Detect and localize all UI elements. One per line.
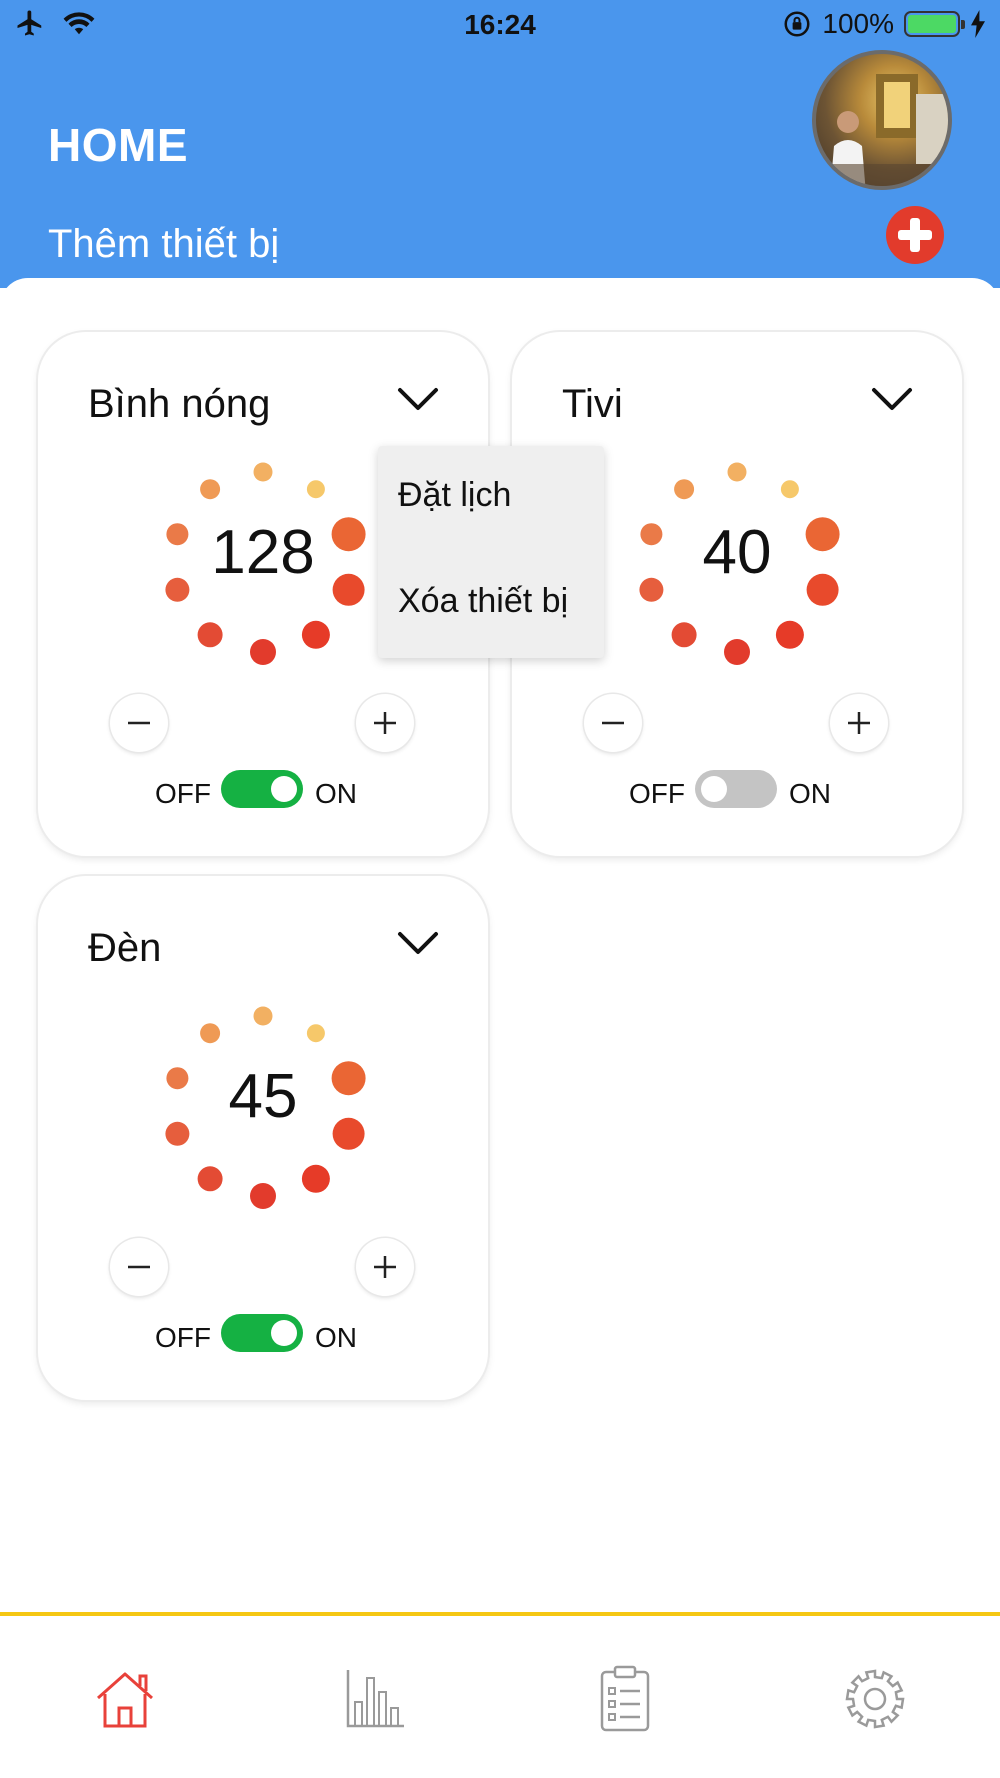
- plus-icon: [374, 712, 396, 734]
- on-label: ON: [789, 778, 831, 809]
- device-name: Đèn: [88, 926, 162, 970]
- status-bar: 16:24 100%: [0, 0, 1000, 48]
- menu-item-schedule[interactable]: Đặt lịch: [398, 476, 511, 515]
- header: HOME Thêm thiết bị: [0, 48, 1000, 288]
- chevron-down-icon[interactable]: [396, 926, 440, 960]
- dial-dot: [724, 639, 750, 665]
- device-options-menu: Đặt lịch Xóa thiết bị: [378, 446, 604, 658]
- dial-dot: [200, 479, 221, 500]
- minus-icon: [128, 721, 150, 725]
- off-label: OFF: [155, 1322, 211, 1353]
- bottom-nav: [0, 1612, 1000, 1778]
- plus-icon: [848, 712, 870, 734]
- dial-dot: [250, 639, 276, 665]
- dial-dot: [197, 1166, 223, 1192]
- chevron-down-icon[interactable]: [870, 382, 914, 416]
- minus-icon: [128, 1265, 150, 1269]
- dial-dot: [253, 462, 273, 482]
- battery-percent: 100%: [822, 8, 894, 39]
- device-value: 128: [211, 518, 315, 587]
- plus-icon: [374, 1256, 396, 1278]
- toggle-knob: [271, 1320, 297, 1346]
- decrease-button[interactable]: [110, 1238, 168, 1296]
- increase-button[interactable]: [356, 694, 414, 752]
- toggle-knob: [271, 776, 297, 802]
- device-value: 45: [228, 1062, 298, 1131]
- power-toggle[interactable]: [695, 770, 777, 808]
- dial-dot: [301, 620, 330, 649]
- power-toggle[interactable]: [221, 1314, 303, 1352]
- chevron-down-icon[interactable]: [396, 382, 440, 416]
- battery-icon: [904, 11, 965, 37]
- dial-dot: [197, 622, 223, 648]
- decrease-button[interactable]: [110, 694, 168, 752]
- decrease-button[interactable]: [584, 694, 642, 752]
- settings-icon[interactable]: [840, 1664, 910, 1734]
- add-device-button[interactable]: [886, 206, 944, 264]
- device-value: 40: [702, 518, 772, 587]
- dial-dot: [306, 1024, 325, 1043]
- dial-dot: [780, 480, 799, 499]
- on-label: ON: [315, 1322, 357, 1353]
- dial-dot: [301, 1164, 330, 1193]
- off-label: OFF: [629, 778, 685, 809]
- device-name: Bình nóng: [88, 382, 271, 426]
- menu-item-delete-device[interactable]: Xóa thiết bị: [398, 582, 568, 621]
- avatar-photo: [816, 74, 948, 186]
- dial-dot: [775, 620, 804, 649]
- minus-icon: [602, 721, 624, 725]
- device-card: Đèn 45 OFF ON: [38, 876, 488, 1400]
- dial-dot: [671, 622, 697, 648]
- off-label: OFF: [155, 778, 211, 809]
- home-icon[interactable]: [90, 1664, 160, 1734]
- dial-dot: [200, 1023, 221, 1044]
- dial-dot: [727, 462, 747, 482]
- toggle-knob: [701, 776, 727, 802]
- dial-dot: [253, 1006, 273, 1026]
- avatar[interactable]: [812, 50, 952, 190]
- increase-button[interactable]: [356, 1238, 414, 1296]
- increase-button[interactable]: [830, 694, 888, 752]
- dial-dot: [306, 480, 325, 499]
- power-toggle[interactable]: [221, 770, 303, 808]
- stats-icon[interactable]: [340, 1664, 410, 1734]
- dial-dot: [250, 1183, 276, 1209]
- rotation-lock-icon: [784, 11, 810, 37]
- status-right: 100%: [782, 8, 986, 40]
- page-title: HOME: [48, 119, 188, 171]
- dial-dot: [674, 479, 695, 500]
- add-device-label: Thêm thiết bị: [48, 222, 280, 266]
- device-name: Tivi: [562, 382, 623, 426]
- charging-icon: [971, 10, 985, 38]
- on-label: ON: [315, 778, 357, 809]
- clipboard-icon[interactable]: [590, 1664, 660, 1734]
